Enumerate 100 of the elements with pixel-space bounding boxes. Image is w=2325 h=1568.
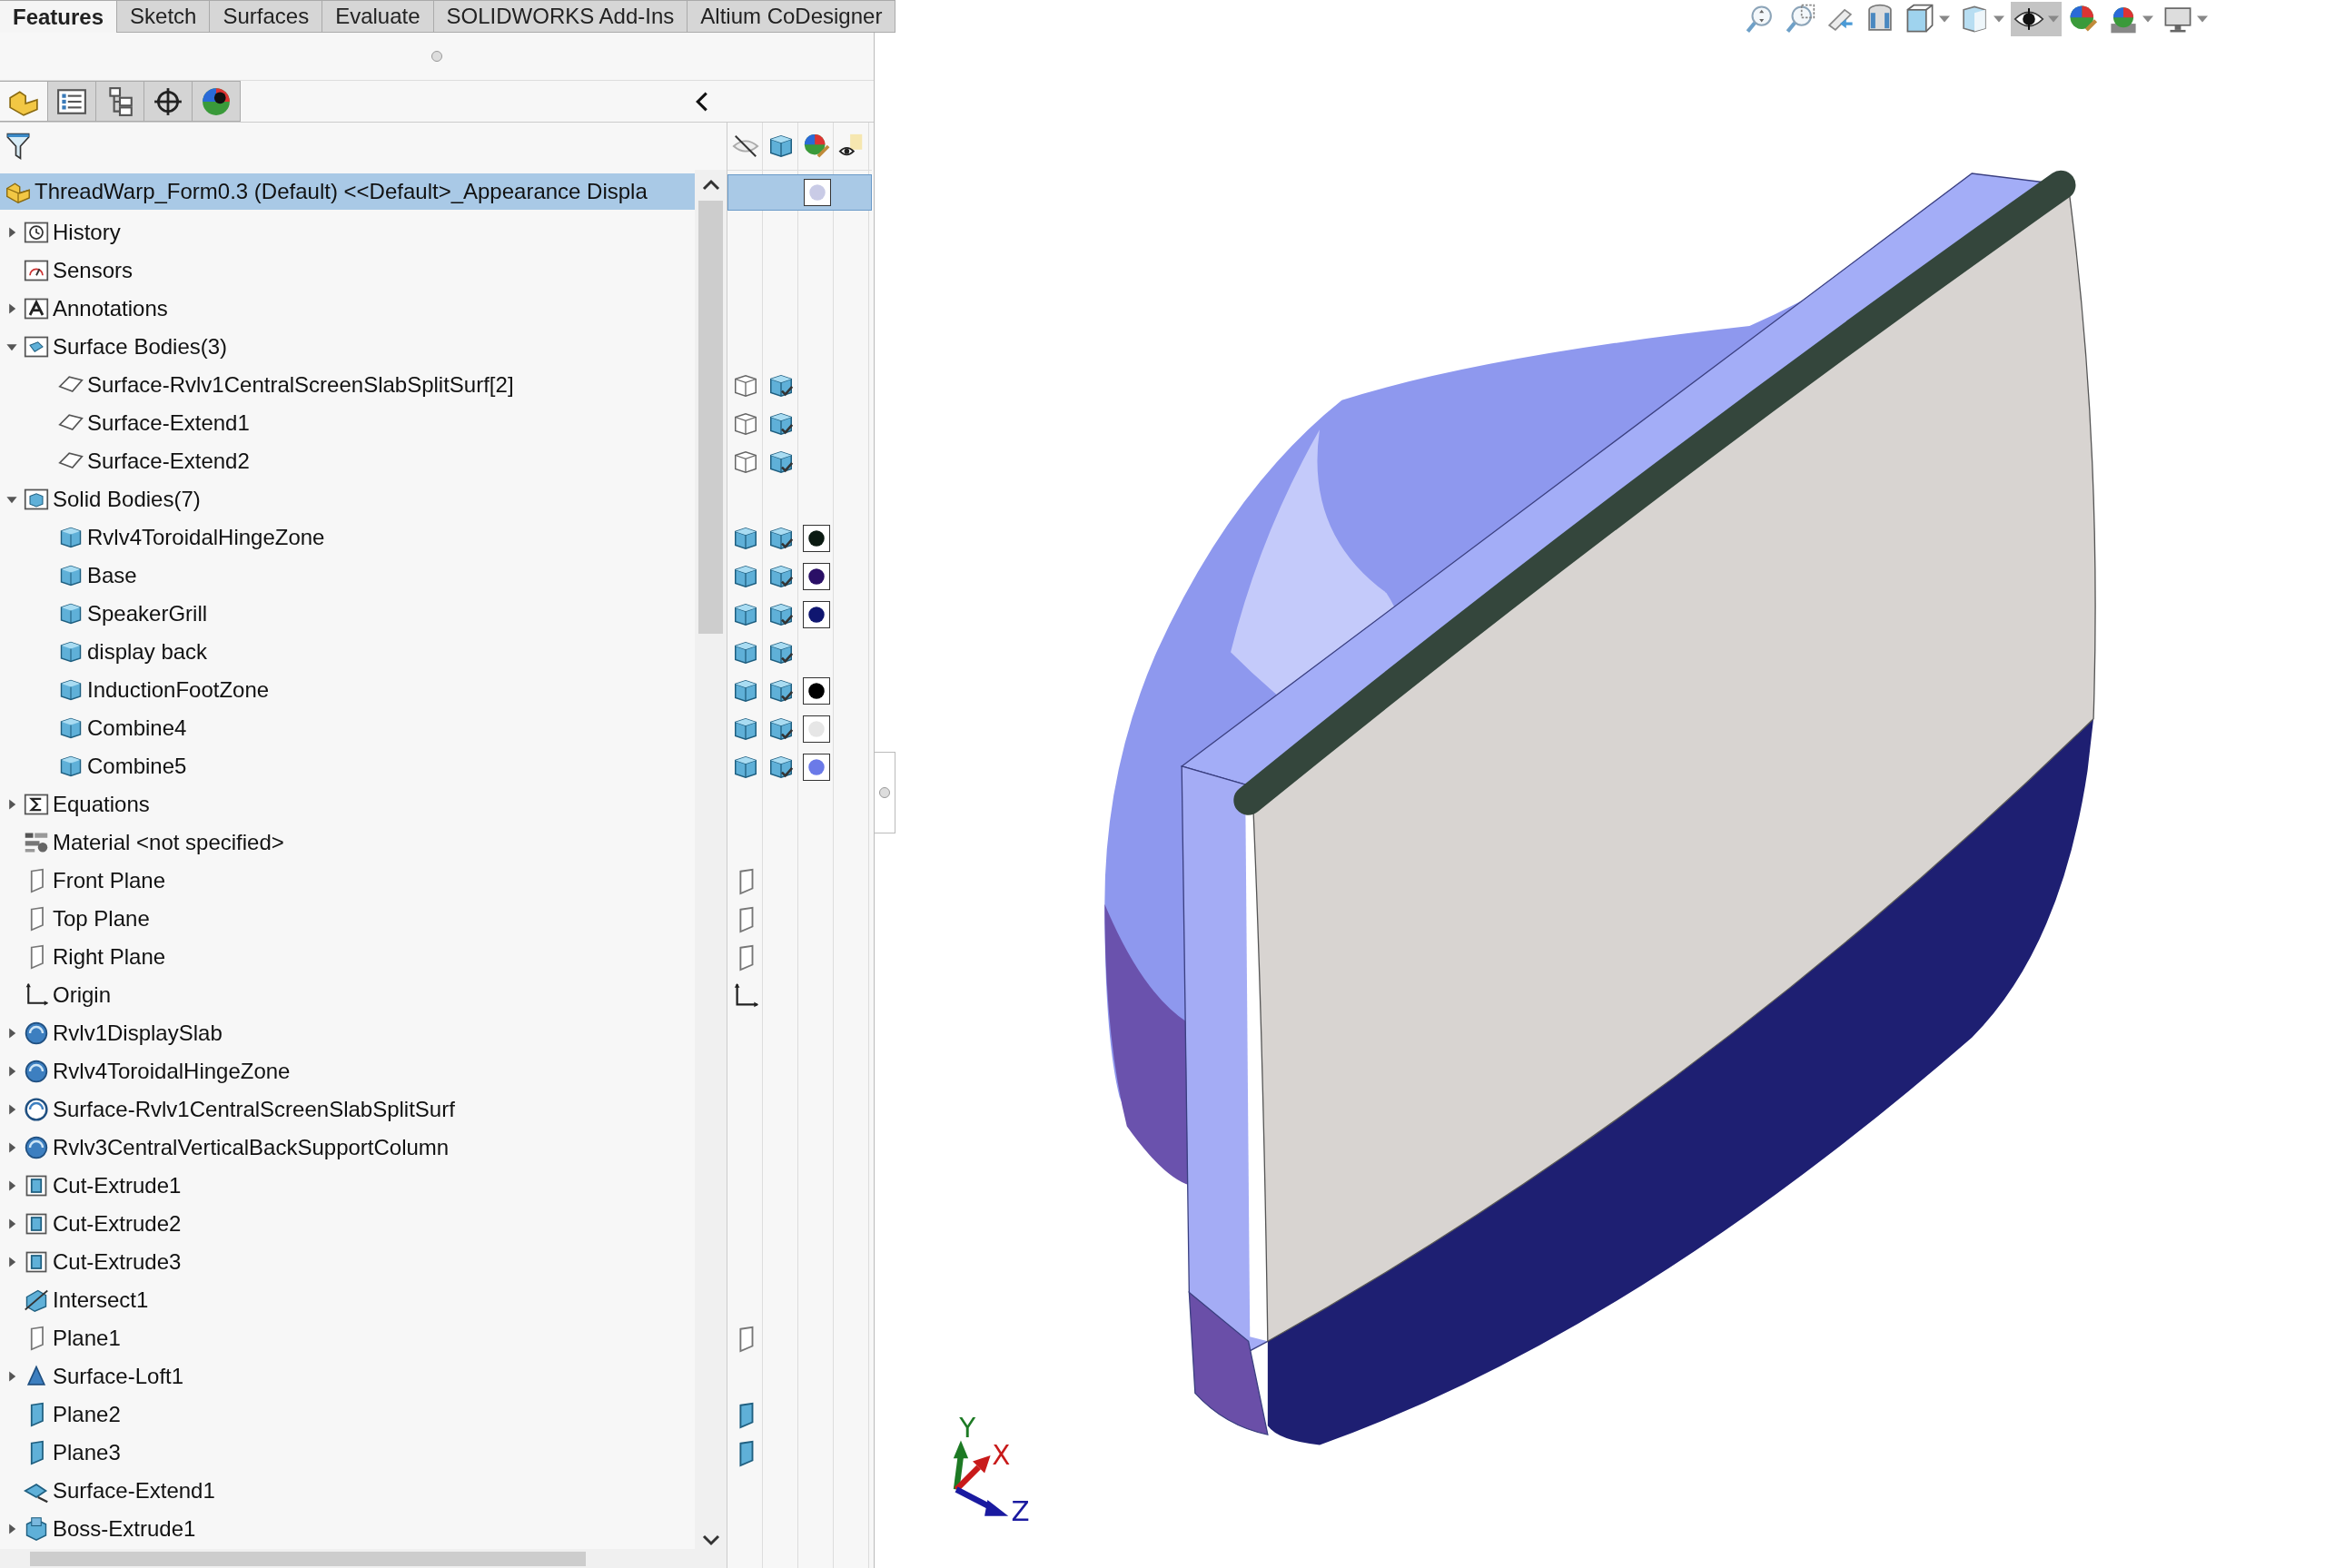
- sigma-folder-icon: [24, 792, 49, 817]
- crosshair-icon: [153, 85, 183, 117]
- revolve-icon: [24, 1059, 49, 1084]
- appearance-swatch[interactable]: [803, 179, 831, 206]
- solid-cube-icon: [58, 601, 84, 626]
- axis-triad-icon: [953, 1440, 1009, 1516]
- solid-cube-icon: [58, 639, 84, 665]
- tree-item-label[interactable]: Boss-Extrude1: [53, 1516, 196, 1542]
- tree-item-label[interactable]: Right Plane: [53, 944, 166, 970]
- panel-tab[interactable]: [96, 81, 144, 122]
- tree-item-label[interactable]: Combine4: [87, 715, 187, 741]
- origin-axes-icon: [24, 982, 49, 1008]
- command-tab[interactable]: Sketch: [117, 0, 211, 33]
- tree-item-label[interactable]: Cut-Extrude1: [53, 1173, 182, 1198]
- tree-item-label[interactable]: Surface-Loft1: [53, 1364, 184, 1389]
- axis-label: Z: [1011, 1495, 1030, 1527]
- solid-cube-icon: [58, 677, 84, 703]
- tree-item-label[interactable]: Cut-Extrude3: [53, 1249, 182, 1275]
- sensor-folder-icon: [24, 258, 49, 283]
- tree-item-label[interactable]: Rvlv4ToroidalHingeZone: [87, 525, 325, 550]
- surface-folder-icon: [24, 334, 49, 360]
- tree-item-label[interactable]: Equations: [53, 792, 150, 817]
- surface-revolve-icon: [24, 1097, 49, 1122]
- scroll-down-icon[interactable]: [701, 1533, 720, 1546]
- tree-item-label[interactable]: Material <not specified>: [53, 830, 284, 855]
- collapse-handle[interactable]: [431, 51, 442, 62]
- tree-item-label[interactable]: Base: [87, 563, 137, 588]
- toolbar-button[interactable]: [2011, 2, 2062, 36]
- tree-item-label[interactable]: Origin: [53, 982, 112, 1008]
- vertical-scrollbar[interactable]: [695, 170, 727, 1568]
- tree-item-label[interactable]: Plane2: [53, 1402, 121, 1427]
- part-name[interactable]: ThreadWarp_Form0.3 (Default) <<Default>_Appearance Displa: [35, 179, 648, 204]
- appearance-icon[interactable]: [802, 133, 830, 160]
- caret-icon[interactable]: [2142, 15, 2153, 23]
- appearance-swatch[interactable]: [802, 677, 830, 705]
- caret-icon[interactable]: [1994, 15, 2004, 23]
- horizontal-scrollbar[interactable]: [0, 1549, 695, 1568]
- revolve-icon: [24, 1021, 49, 1046]
- tree-item-label[interactable]: Plane3: [53, 1440, 121, 1465]
- hide-show-icon[interactable]: [731, 133, 759, 160]
- cut-extrude-icon: [24, 1173, 49, 1198]
- solid-cube-icon: [58, 563, 84, 588]
- tree-item-label[interactable]: Solid Bodies(7): [53, 487, 201, 512]
- tree-item-label[interactable]: Intersect1: [53, 1287, 149, 1313]
- panel-tab[interactable]: [193, 81, 241, 122]
- solid-cube-icon: [58, 525, 84, 550]
- collapse-chevron-icon[interactable]: [694, 91, 710, 112]
- tree-item-label[interactable]: Cut-Extrude2: [53, 1211, 182, 1237]
- command-tab[interactable]: Evaluate: [322, 0, 434, 33]
- tree-item-label[interactable]: SpeakerGrill: [87, 601, 208, 626]
- scroll-up-icon[interactable]: [701, 179, 720, 192]
- tree-item-label[interactable]: History: [53, 220, 121, 245]
- command-tab[interactable]: Altium CoDesigner: [688, 0, 896, 33]
- caret-icon[interactable]: [2197, 15, 2208, 23]
- tree-item-label[interactable]: Surface-Extend2: [87, 449, 250, 474]
- tree-item-label[interactable]: Surface-Extend1: [87, 410, 250, 436]
- tree-item-label[interactable]: Rvlv1DisplaySlab: [53, 1021, 223, 1046]
- panel-tab[interactable]: [48, 81, 96, 122]
- tree-item-label[interactable]: Plane1: [53, 1326, 121, 1351]
- cut-extrude-icon: [24, 1249, 49, 1275]
- solid-cube-icon: [58, 715, 84, 741]
- tree-item-label[interactable]: Surface Bodies(3): [53, 334, 228, 360]
- appearance-swatch[interactable]: [802, 715, 830, 743]
- tree-item-label[interactable]: Annotations: [53, 296, 168, 321]
- tree-item-label[interactable]: Rvlv4ToroidalHingeZone: [53, 1059, 291, 1084]
- tree-item-label[interactable]: InductionFootZone: [87, 677, 270, 703]
- axis-label: X: [992, 1439, 1011, 1471]
- caret-icon[interactable]: [1939, 15, 1950, 23]
- scrollbar-thumb[interactable]: [698, 201, 723, 634]
- tree-item-label[interactable]: Top Plane: [53, 906, 150, 932]
- tree-item-label[interactable]: Combine5: [87, 754, 187, 779]
- color-ball-icon: [201, 85, 232, 117]
- tree-item-label[interactable]: Surface-Extend1: [53, 1478, 215, 1504]
- annotation-folder-icon: [24, 296, 49, 321]
- filter-icon[interactable]: [5, 133, 31, 160]
- tree-root-row[interactable]: ThreadWarp_Form0.3 (Default) <<Default>_Appearance Displa: [0, 173, 695, 210]
- tree-item-label[interactable]: display back: [87, 639, 208, 665]
- tree-item-label[interactable]: Surface-Rvlv1CentralScreenSlabSplitSurf: [53, 1097, 455, 1122]
- intersect-icon: [24, 1287, 49, 1313]
- history-folder-icon: [24, 220, 49, 245]
- solid-folder-icon: [24, 487, 49, 512]
- solid-cube-icon: [58, 754, 84, 779]
- axis-label: Y: [959, 1413, 976, 1445]
- boss-extrude-icon: [24, 1516, 49, 1542]
- panel-tab[interactable]: [144, 81, 193, 122]
- appearance-swatch[interactable]: [802, 601, 830, 628]
- revolve-icon: [24, 1135, 49, 1160]
- command-tab[interactable]: Surfaces: [210, 0, 323, 33]
- appearance-swatch[interactable]: [802, 525, 830, 552]
- tree-item-label[interactable]: Front Plane: [53, 868, 166, 893]
- command-tab[interactable]: Features: [0, 0, 118, 33]
- tree-item-label[interactable]: Rvlv3CentralVerticalBackSupportColumn: [53, 1135, 450, 1160]
- appearance-swatch[interactable]: [802, 754, 830, 781]
- tree-item-label[interactable]: Surface-Rvlv1CentralScreenSlabSplitSurf[2]: [87, 372, 514, 398]
- tree-item-label[interactable]: Sensors: [53, 258, 134, 283]
- view-orientation-icon[interactable]: [1905, 4, 1935, 35]
- panel-handle[interactable]: [875, 752, 895, 833]
- cut-extrude-icon: [24, 1211, 49, 1237]
- appearance-swatch[interactable]: [802, 563, 830, 590]
- command-tab[interactable]: SOLIDWORKS Add-Ins: [433, 0, 688, 33]
